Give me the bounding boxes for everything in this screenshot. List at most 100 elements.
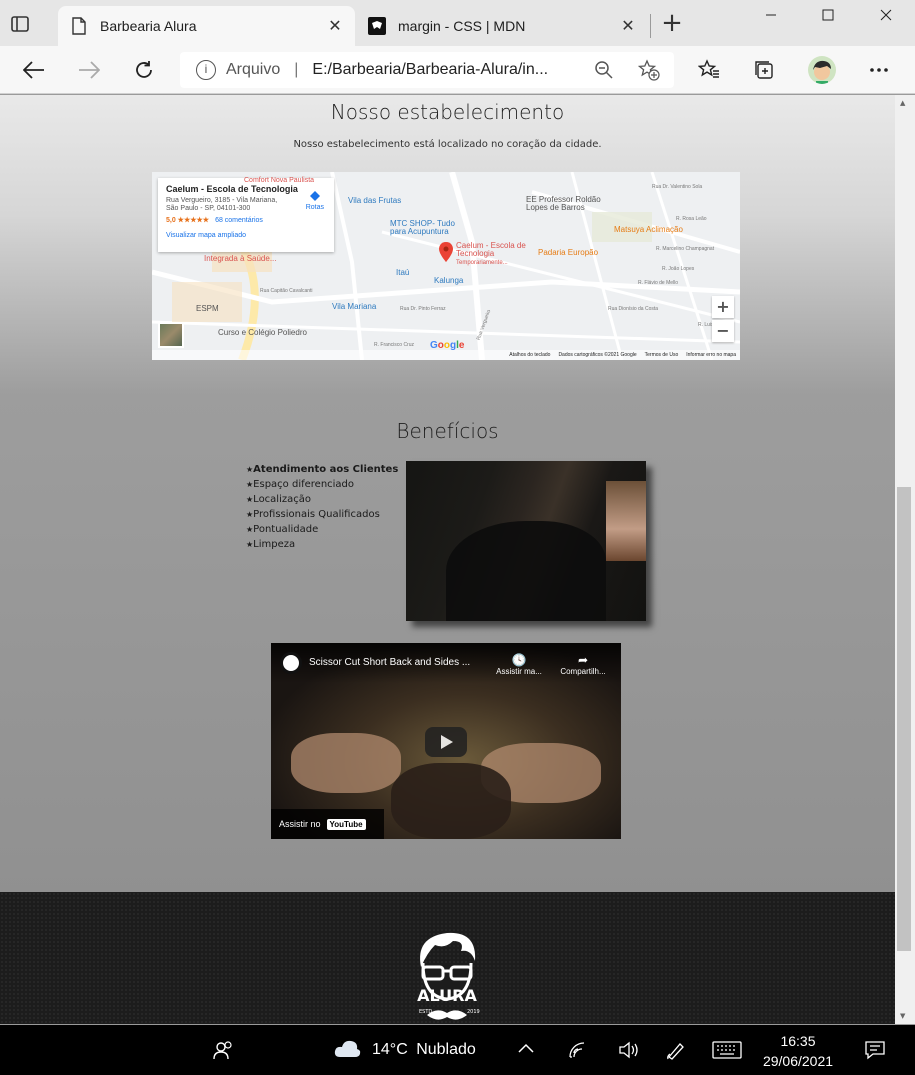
satellite-toggle[interactable] <box>158 322 184 348</box>
tab-label: margin - CSS | MDN <box>398 18 526 34</box>
refresh-button[interactable] <box>130 56 158 84</box>
address-bar[interactable]: i Arquivo | E:/Barbearia/Barbearia-Alura… <box>180 52 674 88</box>
street-label: Rua Dr. Valentino Sola <box>652 184 703 190</box>
directions-button[interactable]: Rotas <box>306 190 324 211</box>
place-name: Caelum - Escola de Tecnologia <box>166 184 298 194</box>
street-label: Rua Dr. Pinto Ferraz <box>400 306 446 312</box>
scroll-up-arrow[interactable]: ▲ <box>900 99 905 107</box>
benefit-item: Pontualidade <box>246 522 398 537</box>
view-larger-map-link[interactable]: Visualizar mapa ampliado <box>166 232 326 239</box>
close-tab-icon[interactable]: ✕ <box>327 18 343 34</box>
svg-text:ALURA: ALURA <box>417 986 477 1005</box>
page-scrollbar[interactable]: ▲ ▼ <box>895 95 915 1024</box>
map-label: MTC SHOP- Tudo para Acupuntura <box>390 219 455 236</box>
address-separator: | <box>294 61 299 78</box>
barber-photo <box>406 461 646 621</box>
network-icon[interactable] <box>568 1041 588 1059</box>
place-rating: 5,0 ★★★★★ 68 comentários <box>166 217 263 224</box>
benefit-item: Espaço diferenciado <box>246 477 398 492</box>
map-label: Integrada à Saúde... <box>204 254 277 263</box>
terms-link[interactable]: Termos de Uso <box>645 352 679 358</box>
maximize-button[interactable] <box>799 0 857 30</box>
forward-button[interactable] <box>75 56 103 84</box>
volume-icon[interactable] <box>618 1041 640 1059</box>
favorites-icon[interactable] <box>695 56 723 84</box>
clock-time: 16:35 <box>780 1033 816 1049</box>
system-clock[interactable]: 16:35 29/06/2021 <box>748 1031 848 1071</box>
weather-description: Nublado <box>416 1041 476 1058</box>
pin-label: Caelum - Escola de Tecnologia <box>456 241 526 258</box>
map-label: Kalunga <box>434 276 464 285</box>
benefit-item: Profissionais Qualificados <box>246 507 398 522</box>
watch-on-youtube-button[interactable]: Assistir no YouTube <box>271 809 384 839</box>
benefits-title: Benefícios <box>396 419 499 443</box>
people-icon[interactable] <box>212 1039 234 1061</box>
profile-avatar[interactable] <box>808 56 836 84</box>
establishment-description: Nosso estabelecimento está localizado no… <box>293 139 602 150</box>
play-button[interactable] <box>425 727 467 757</box>
benefit-item: Limpeza <box>246 537 398 552</box>
add-favorite-icon[interactable] <box>637 59 660 86</box>
channel-avatar[interactable] <box>280 652 302 674</box>
zoom-in-button[interactable]: + <box>712 296 734 318</box>
scrollbar-thumb[interactable] <box>897 487 911 951</box>
zoom-out-button[interactable]: − <box>712 320 734 342</box>
map-label: Vila Mariana <box>332 302 377 311</box>
minimize-button[interactable] <box>742 0 800 30</box>
security-label: Arquivo <box>226 61 281 78</box>
new-tab-button[interactable]: + <box>660 10 684 36</box>
clock-date: 29/06/2021 <box>762 1053 834 1069</box>
keyboard-icon[interactable] <box>712 1041 742 1059</box>
clock-icon: 🕓 <box>511 653 527 667</box>
share-icon: ➦ <box>577 653 589 667</box>
report-error-link[interactable]: Informar erro no mapa <box>686 352 736 358</box>
collections-icon[interactable] <box>750 56 778 84</box>
show-hidden-icons-chevron-icon[interactable] <box>518 1043 534 1053</box>
info-icon[interactable]: i <box>196 60 216 80</box>
mdn-icon <box>368 17 386 35</box>
place-address: Rua Vergueiro, 3185 - Vila Mariana, São … <box>166 197 278 212</box>
windows-taskbar: 14°C Nublado 16:35 29/06/2021 <box>0 1025 915 1075</box>
street-label: R. Rosa Leão <box>676 216 707 222</box>
street-label: Rua Capitão Cavalcanti <box>260 288 313 294</box>
map-label: Comfort Nova Paulista <box>244 177 315 184</box>
map-label: Curso e Colégio Poliedro <box>218 328 307 337</box>
url-text: E:/Barbearia/Barbearia-Alura/in... <box>312 61 549 78</box>
notifications-icon[interactable] <box>864 1040 886 1060</box>
more-options-icon[interactable] <box>865 56 893 84</box>
tab-label: Barbearia Alura <box>100 18 197 34</box>
tab-actions-icon[interactable] <box>10 14 30 34</box>
benefit-item: Atendimento aos Clientes <box>246 462 398 477</box>
browser-toolbar: i Arquivo | E:/Barbearia/Barbearia-Alura… <box>0 46 915 94</box>
keyboard-shortcuts-link[interactable]: Atalhos do teclado <box>509 352 550 358</box>
street-label: R. João Lopes <box>662 266 695 272</box>
close-window-button[interactable] <box>857 0 915 30</box>
map-label: Vila das Frutas <box>348 196 402 205</box>
zoom-out-icon[interactable] <box>594 60 614 85</box>
benefits-list: Atendimento aos Clientes Espaço diferenc… <box>246 462 398 552</box>
street-label: R. Flávio de Mello <box>638 280 679 286</box>
close-tab-icon[interactable]: ✕ <box>620 18 636 34</box>
video-title[interactable]: Scissor Cut Short Back and Sides ... <box>309 657 489 668</box>
tab-mdn-margin[interactable]: margin - CSS | MDN ✕ <box>356 6 648 46</box>
map-footer: Atalhos do teclado Dados cartográficos ©… <box>152 350 740 360</box>
pen-icon[interactable] <box>666 1040 688 1060</box>
google-map[interactable]: Caelum - Escola de Tecnologia Rua Vergue… <box>152 172 740 360</box>
tab-bar: Barbearia Alura ✕ margin - CSS | MDN ✕ + <box>0 0 915 46</box>
location-pin-icon[interactable] <box>439 242 453 266</box>
youtube-logo: YouTube <box>326 818 366 830</box>
street-label: R. Marcelino Champagnat <box>656 246 715 252</box>
cloud-weather-icon[interactable] <box>333 1037 361 1061</box>
share-button[interactable]: ➦ Compartilh... <box>555 653 611 676</box>
youtube-video-embed[interactable]: Scissor Cut Short Back and Sides ... 🕓 As… <box>271 643 621 839</box>
reviews-link[interactable]: 68 comentários <box>215 217 263 224</box>
back-button[interactable] <box>20 56 48 84</box>
weather-widget[interactable]: 14°C Nublado <box>372 1041 476 1059</box>
page-footer: ALURA ESTD 2019 <box>0 892 895 1024</box>
tab-divider <box>650 14 651 38</box>
watch-later-button[interactable]: 🕓 Assistir ma... <box>491 653 547 676</box>
pin-sublabel: Temporariamente... <box>456 260 508 266</box>
directions-icon <box>309 191 320 201</box>
tab-barbearia-alura[interactable]: Barbearia Alura ✕ <box>58 6 355 46</box>
scroll-down-arrow[interactable]: ▼ <box>900 1012 905 1020</box>
